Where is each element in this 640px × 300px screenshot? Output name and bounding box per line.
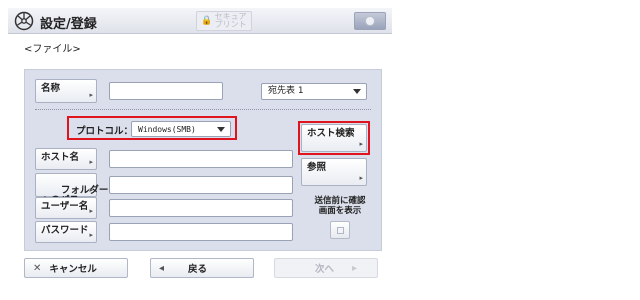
browse-button-label: 参照 (307, 162, 327, 173)
password-input[interactable] (109, 223, 293, 241)
divider (35, 109, 371, 110)
address-book-select[interactable]: 宛先表 1 (261, 83, 367, 100)
host-search-button-label: ホスト検索 (307, 128, 355, 139)
destination-form-panel: 名称 ▸ 宛先表 1 プロトコル： Windows(SMB) ホスト検索 ▸ ホ… (24, 69, 382, 251)
cancel-button[interactable]: ✕ キャンセル (24, 258, 128, 278)
corner-arrow-icon: ▸ (89, 186, 93, 194)
corner-arrow-icon: ▸ (359, 140, 363, 148)
password-button-label: パスワード (41, 225, 89, 236)
next-button-label: 次へ (315, 264, 335, 275)
name-input[interactable] (109, 82, 223, 100)
arrow-right-icon: ▸ (352, 262, 358, 274)
protocol-select[interactable]: Windows(SMB) (131, 121, 231, 137)
back-button-label: 戻る (188, 264, 208, 275)
corner-arrow-icon: ▸ (89, 91, 93, 99)
counter-check-icon (365, 16, 375, 26)
protocol-highlight-box: プロトコル： Windows(SMB) (67, 116, 237, 140)
cancel-button-label: キャンセル (49, 264, 97, 275)
close-icon: ✕ (33, 262, 42, 274)
browse-button[interactable]: 参照 ▸ (301, 158, 367, 186)
lock-icon: 🔒 (201, 16, 213, 26)
corner-arrow-icon: ▸ (89, 207, 93, 215)
section-subtitle: <ファイル> (24, 44, 81, 55)
chevron-down-icon (353, 89, 361, 94)
user-name-input[interactable] (109, 199, 293, 217)
page-title: 設定/登録 (40, 17, 97, 32)
protocol-label: プロトコル： (76, 126, 134, 137)
header-bar: 設定/登録 🔒 セキュア プリント (8, 8, 392, 34)
screen: 設定/登録 🔒 セキュア プリント <ファイル> 名称 ▸ 宛先表 1 プロトコ… (8, 8, 392, 278)
arrow-left-icon: ◂ (159, 262, 165, 274)
name-button-label: 名称 (41, 83, 61, 94)
host-name-input[interactable] (109, 150, 293, 168)
corner-arrow-icon: ▸ (359, 174, 363, 182)
back-button[interactable]: ◂ 戻る (150, 258, 254, 278)
settings-gear-icon (14, 11, 34, 31)
folder-path-button[interactable]: フォルダー へのパス ▸ (35, 173, 108, 206)
password-button[interactable]: パスワード ▸ (35, 221, 97, 243)
secure-print-label: セキュア プリント (214, 12, 247, 29)
host-search-button[interactable]: ホスト検索 ▸ (301, 124, 367, 152)
user-name-button[interactable]: ユーザー名 ▸ (35, 197, 97, 219)
name-button[interactable]: 名称 ▸ (35, 79, 97, 103)
address-book-select-value: 宛先表 1 (268, 86, 304, 96)
next-button[interactable]: 次へ ▸ (274, 258, 378, 278)
corner-arrow-icon: ▸ (89, 158, 93, 166)
host-name-button[interactable]: ホスト名 ▸ (35, 148, 97, 170)
secure-print-button[interactable]: 🔒 セキュア プリント (196, 11, 252, 31)
host-name-button-label: ホスト名 (41, 152, 80, 163)
confirm-before-send-label: 送信前に確認 画面を表示 (314, 196, 366, 216)
folder-path-input[interactable] (109, 176, 293, 194)
confirm-before-send-checkbox[interactable] (330, 221, 350, 239)
chevron-down-icon (217, 127, 225, 132)
checkbox-icon (336, 226, 344, 234)
corner-arrow-icon: ▸ (89, 231, 93, 239)
user-name-button-label: ユーザー名 (41, 201, 89, 212)
counter-check-button[interactable] (354, 12, 386, 30)
protocol-select-value: Windows(SMB) (138, 125, 196, 134)
